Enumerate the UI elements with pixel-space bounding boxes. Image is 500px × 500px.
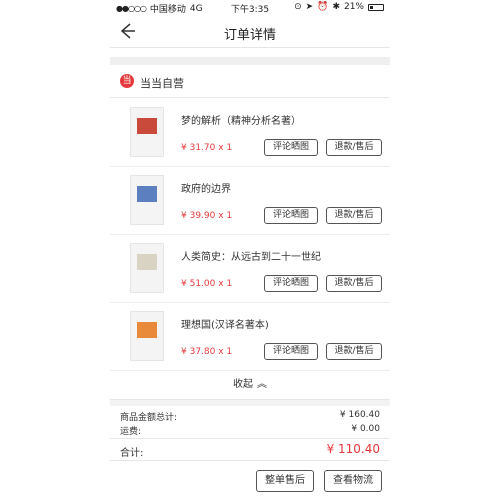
section-divider [110, 400, 390, 406]
refund-button[interactable]: 退款/售后 [326, 139, 382, 156]
book-cover[interactable] [130, 107, 164, 157]
chevron-up-icon: ︽ [257, 379, 267, 390]
divider [110, 438, 390, 439]
order-item[interactable]: 梦的解析（精神分析名著） ¥ 31.70 x 1 评论晒图 退款/售后 [110, 99, 390, 167]
nav-bar: 订单详情 [110, 16, 390, 48]
order-item[interactable]: 理想国(汉译名著本) ¥ 37.80 x 1 评论晒图 退款/售后 [110, 303, 390, 371]
refund-button[interactable]: 退款/售后 [326, 207, 382, 224]
book-title[interactable]: 梦的解析（精神分析名著） [181, 112, 301, 127]
goods-total-value: ¥ 160.40 [339, 410, 380, 420]
collapse-label: 收起 [233, 379, 253, 390]
page-title: 订单详情 [223, 28, 276, 43]
bluetooth-icon: ✱ [332, 2, 340, 12]
order-total-value: ¥ 110.40 [326, 442, 380, 456]
status-bar: ●●○○○ 中国移动 4G 下午3:35 ⊙ ➤ ⏰ ✱ 21% [110, 0, 390, 16]
collapse-toggle[interactable]: 收起 ︽ [110, 372, 390, 400]
shipping-label: 运费: [120, 427, 142, 437]
book-title[interactable]: 理想国(汉译名著本) [181, 316, 269, 331]
shipping-row: 运费: ¥ 0.00 [120, 424, 380, 437]
shop-header: 当 当当自营 [110, 66, 390, 98]
app-screen: ●●○○○ 中国移动 4G 下午3:35 ⊙ ➤ ⏰ ✱ 21% 订单详情 当 … [110, 0, 390, 500]
shop-name: 当当自营 [140, 77, 184, 90]
book-price: ¥ 31.70 x 1 [181, 143, 233, 153]
review-button[interactable]: 评论晒图 [264, 343, 318, 360]
location-icon: ➤ [305, 2, 314, 12]
book-price: ¥ 37.80 x 1 [181, 347, 233, 357]
order-total-label: 合计: [120, 448, 144, 459]
alarm-icon: ⏰ [317, 2, 329, 12]
divider [110, 460, 390, 461]
review-button[interactable]: 评论晒图 [264, 275, 318, 292]
refund-button[interactable]: 退款/售后 [326, 275, 382, 292]
after-sale-button[interactable]: 整单售后 [256, 470, 314, 492]
goods-total-label: 商品金额总计: [120, 413, 178, 423]
section-divider [110, 57, 390, 65]
goods-total-row: 商品金额总计: ¥ 160.40 [120, 410, 380, 423]
refund-button[interactable]: 退款/售后 [326, 343, 382, 360]
logistics-button[interactable]: 查看物流 [324, 470, 382, 492]
review-button[interactable]: 评论晒图 [264, 139, 318, 156]
book-cover[interactable] [130, 175, 164, 225]
shipping-value: ¥ 0.00 [351, 424, 380, 434]
battery-percent: 21% [343, 2, 364, 12]
book-cover[interactable] [130, 243, 164, 293]
order-item[interactable]: 政府的边界 ¥ 39.90 x 1 评论晒图 退款/售后 [110, 167, 390, 235]
order-total-row: 合计: ¥ 110.40 [120, 442, 380, 459]
book-title[interactable]: 政府的边界 [181, 180, 231, 195]
battery-icon [368, 3, 384, 11]
lock-rotation-icon: ⊙ [294, 2, 302, 12]
book-cover[interactable] [130, 311, 164, 361]
book-title[interactable]: 人类简史：从远古到二十一世纪 [181, 248, 321, 263]
dangdang-logo-icon: 当 [120, 74, 134, 88]
book-price: ¥ 51.00 x 1 [181, 279, 233, 289]
order-item[interactable]: 人类简史：从远古到二十一世纪 ¥ 51.00 x 1 评论晒图 退款/售后 [110, 235, 390, 303]
book-price: ¥ 39.90 x 1 [181, 211, 233, 221]
review-button[interactable]: 评论晒图 [264, 207, 318, 224]
